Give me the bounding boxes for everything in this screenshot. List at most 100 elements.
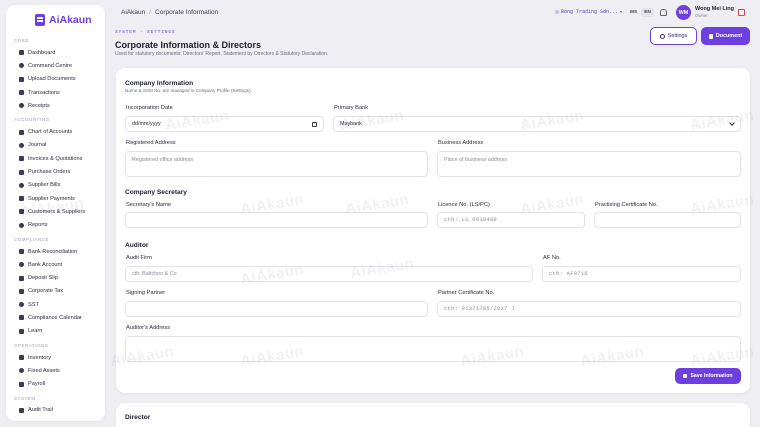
settings-button[interactable]: Settings	[650, 27, 697, 45]
bell-icon[interactable]	[660, 9, 667, 16]
transactions-icon	[19, 90, 24, 96]
sidebar-nav: CORE Dashboard Command Centre Upload Docume…	[6, 29, 105, 420]
company-switcher[interactable]: Bong Trading Sdn... ▾	[555, 9, 622, 15]
company-info-title: Company Information	[125, 80, 194, 87]
sidebar-item-reports[interactable]: Reports	[6, 219, 105, 232]
director-card: Director	[116, 403, 750, 427]
chart-icon	[19, 129, 24, 135]
sidebar-item-audit-trail[interactable]: Audit Trail	[6, 404, 105, 417]
practising-cert-input[interactable]	[594, 212, 741, 228]
sidebar-item-bank-account[interactable]: Bank Account	[6, 258, 105, 271]
chevron-down-icon: ▾	[620, 11, 623, 15]
chevron-down-icon	[729, 120, 735, 126]
people-icon	[19, 209, 24, 215]
document-label: Document	[715, 33, 743, 39]
audit-firm-placeholder: cth: Baltchoo & Co	[132, 271, 177, 277]
sidebar-item-command-centre[interactable]: Command Centre	[6, 59, 105, 72]
audit-firm-label: Audit Firm	[126, 255, 152, 261]
sidebar-item-transactions[interactable]: Transactions	[6, 86, 105, 99]
sidebar-item-corporate-tax[interactable]: Corporate Tax	[6, 285, 105, 298]
sidebar-item-label: Payroll	[28, 381, 46, 388]
sidebar-item-dashboard[interactable]: Dashboard	[6, 46, 105, 59]
registered-address-input[interactable]: Registered office address	[125, 151, 428, 177]
logout-icon[interactable]	[738, 9, 745, 16]
sidebar-item-label: Fixed Assets	[28, 367, 60, 374]
check-icon	[19, 249, 24, 254]
save-information-button[interactable]: Save Information	[675, 368, 741, 384]
sidebar-item-payroll[interactable]: Payroll	[6, 378, 105, 391]
save-icon	[683, 374, 688, 378]
lang-en[interactable]: EN	[641, 8, 654, 17]
corporate-info-card: Company Information Name & SSM No. are m…	[116, 68, 750, 393]
section-crumb: SYSTEM · SETTINGS	[115, 30, 176, 35]
incorporation-date-label: Incorporation Date	[126, 105, 173, 111]
command-icon	[19, 63, 24, 69]
sidebar-item-label: Transactions	[28, 89, 60, 96]
partner-cert-input[interactable]: cth: 01371/05/2027 J	[437, 301, 741, 317]
licence-no-label: Licence No. (LS/PC)	[438, 202, 490, 208]
sidebar-item-label: Purchase Orders	[28, 169, 71, 176]
incorporation-date-input[interactable]: dd/mm/yyyy	[125, 116, 324, 132]
audit-firm-input[interactable]: cth: Baltchoo & Co	[125, 266, 533, 282]
sidebar-item-journal[interactable]: Journal	[6, 139, 105, 152]
breadcrumb-current: Corporate Information	[155, 9, 219, 16]
lang-ms[interactable]: MS	[627, 8, 640, 17]
sidebar-item-invoices-quotations[interactable]: Invoices & Quotations	[6, 152, 105, 165]
company-info-subtitle: Name & SSM No. are managed in Company Pr…	[125, 88, 252, 93]
business-address-label: Business Address	[438, 140, 484, 146]
registered-address-label: Registered Address	[126, 140, 176, 146]
invoice-icon	[19, 156, 24, 162]
sidebar-item-purchase-orders[interactable]: Purchase Orders	[6, 165, 105, 178]
sidebar-item-chart-of-accounts[interactable]: Chart of Accounts	[6, 125, 105, 138]
primary-bank-value: Maybank	[340, 121, 362, 127]
sidebar-item-label: Bank Account	[28, 261, 63, 268]
learn-icon	[19, 328, 24, 334]
sidebar-item-supplier-bills[interactable]: Supplier Bills	[6, 179, 105, 192]
secretary-name-input[interactable]	[125, 212, 428, 228]
calendar-icon[interactable]	[312, 121, 317, 127]
primary-bank-select[interactable]: Maybank	[333, 116, 741, 132]
sidebar-item-label: SST	[28, 301, 39, 308]
sidebar-item-upload-documents[interactable]: Upload Documents	[6, 73, 105, 86]
sidebar-item-compliance-calendar[interactable]: Compliance Calendar	[6, 311, 105, 324]
breadcrumb: AiAkaun / Corporate Information	[121, 9, 218, 16]
sidebar-item-label: Learn	[28, 328, 43, 335]
app-logo[interactable]: AiAkaun	[6, 5, 105, 29]
auditor-address-input[interactable]	[125, 336, 741, 362]
incorporation-date-value: dd/mm/yyyy	[132, 121, 161, 127]
sidebar-item-label: Inventory	[28, 354, 52, 361]
sidebar-item-supplier-payments[interactable]: Supplier Payments	[6, 192, 105, 205]
sidebar-section-title: COMPLIANCE	[14, 236, 50, 242]
payroll-icon	[19, 381, 24, 387]
bill-icon	[19, 182, 24, 188]
settings-label: Settings	[667, 33, 688, 39]
sidebar-item-learn[interactable]: Learn	[6, 325, 105, 338]
sidebar-item-label: Dashboard	[28, 49, 56, 56]
grid-icon	[19, 50, 24, 56]
signing-partner-input[interactable]	[125, 301, 428, 317]
avatar[interactable]: WM	[676, 5, 691, 20]
sidebar-item-sst[interactable]: SST	[6, 298, 105, 311]
sidebar-item-label: Deposit Slip	[28, 275, 58, 282]
auditor-address-label: Auditor's Address	[126, 325, 171, 331]
sidebar-item-fixed-assets[interactable]: Fixed Assets	[6, 364, 105, 377]
af-no-label: AF No.	[543, 255, 561, 261]
breadcrumb-root[interactable]: AiAkaun	[121, 9, 145, 16]
sidebar-item-bank-reconciliation[interactable]: Bank Reconciliation	[6, 245, 105, 258]
sidebar-item-customers-suppliers[interactable]: Customers & Suppliers	[6, 205, 105, 218]
document-button[interactable]: Document	[701, 27, 750, 45]
practising-cert-label: Practising Certificate No.	[595, 202, 658, 208]
page-subtitle: Used for statutory documents: Directors'…	[115, 51, 329, 57]
sidebar-item-receipts[interactable]: Receipts	[6, 99, 105, 112]
af-no-input[interactable]: cth: AF0715	[542, 266, 741, 282]
save-information-label: Save Information	[690, 373, 733, 379]
calendar-icon	[19, 315, 24, 321]
sidebar-item-deposit-slip[interactable]: Deposit Slip	[6, 271, 105, 284]
licence-no-input[interactable]: cth: LS 0010488	[437, 212, 585, 228]
sidebar-item-inventory[interactable]: Inventory	[6, 351, 105, 364]
journal-icon	[19, 142, 24, 148]
tax-icon	[19, 288, 24, 294]
business-address-input[interactable]: Place of business address	[437, 151, 741, 177]
company-secretary-title: Company Secretary	[125, 189, 187, 196]
sidebar-item-label: Compliance Calendar	[28, 314, 82, 321]
